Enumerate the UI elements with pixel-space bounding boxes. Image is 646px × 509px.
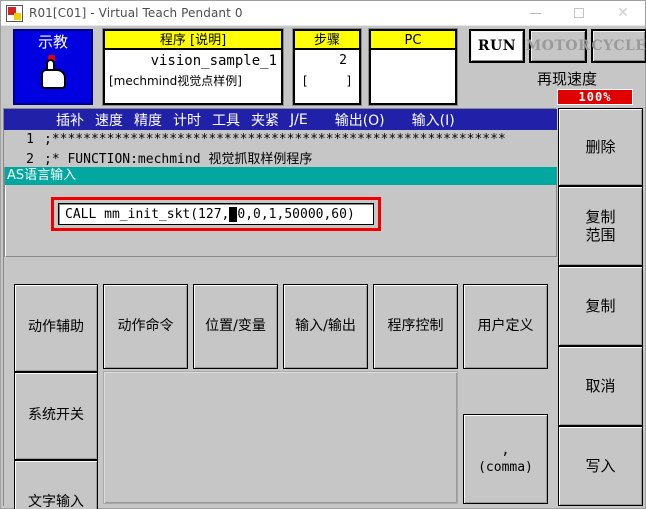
step-bracket-row: [ ] — [299, 72, 355, 90]
window-title: R01[C01] - Virtual Teach Pendant 0 — [29, 6, 243, 20]
menu-item-speed[interactable]: 速度 — [95, 110, 123, 130]
code-line: 1 ;*************************************… — [4, 130, 557, 150]
key-comma[interactable]: , (comma) — [463, 414, 548, 504]
playback-speed-label: 再现速度 — [537, 70, 598, 88]
status-lamp-cycle[interactable]: CYCLE — [591, 29, 646, 63]
key-motion-command[interactable]: 动作命令 — [103, 284, 188, 369]
input-highlight-frame: CALL mm_init_skt(127, 0,0,1,50000,60) — [51, 197, 381, 231]
close-icon: ✕ — [617, 5, 629, 21]
program-field-header: 程序 [说明] — [105, 31, 281, 50]
as-language-input-dialog: AS语言输入 CALL mm_init_skt(127, 0,0,1,50000,… — [4, 167, 557, 257]
sidebar-button-delete[interactable]: 删除 — [558, 108, 643, 186]
step-field-header: 步骤 — [295, 31, 359, 50]
key-program-control[interactable]: 程序控制 — [373, 284, 458, 369]
menu-item-input[interactable]: 输入(I) — [412, 110, 455, 130]
text-caret — [229, 206, 238, 222]
sidebar-button-write[interactable]: 写入 — [558, 426, 643, 506]
keypad-panel: 动作辅助 动作命令 位置/变量 输入/输出 程序控制 用户定义 系统开关 文字输… — [4, 284, 557, 509]
menu-bar: 插补 速度 精度 计时 工具 夹紧 J/E 输出(O) 输入(I) — [4, 109, 557, 130]
app-icon — [6, 4, 23, 22]
dialog-title: AS语言输入 — [5, 167, 557, 185]
step-field[interactable]: 步骤 2 [ ] — [292, 28, 362, 106]
as-input-text-after-caret: 0,0,1,50000,60) — [237, 206, 355, 222]
title-bar: R01[C01] - Virtual Teach Pendant 0 ✕ — [1, 1, 645, 26]
sidebar-button-copy[interactable]: 复制 — [558, 266, 643, 346]
code-line-text: ;***************************************… — [44, 132, 506, 147]
menu-item-timer[interactable]: 计时 — [173, 110, 201, 130]
sidebar-button-copy-range[interactable]: 复制 范围 — [558, 186, 643, 266]
key-motion-assist[interactable]: 动作辅助 — [14, 284, 98, 372]
key-system-switch[interactable]: 系统开关 — [14, 372, 98, 460]
program-comment: [mechmind视觉点样例] — [109, 74, 242, 88]
step-value: 2 — [339, 53, 347, 68]
program-code-area[interactable]: 1 ;*************************************… — [4, 130, 557, 170]
status-row: 示教 程序 [说明] vision_sample_1 [mechmind视觉点样… — [1, 26, 646, 108]
key-input-output[interactable]: 输入/输出 — [283, 284, 368, 369]
step-bracket-right: ] — [346, 74, 351, 88]
program-name: vision_sample_1 — [150, 53, 277, 69]
menu-item-clamp[interactable]: 夹紧 — [251, 110, 279, 130]
step-bracket-left: [ — [303, 74, 308, 88]
program-field[interactable]: 程序 [说明] vision_sample_1 [mechmind视觉点样例] — [102, 28, 284, 106]
pc-field[interactable]: PC — [368, 28, 458, 106]
maximize-icon — [574, 8, 584, 18]
virtual-teach-pendant-window: R01[C01] - Virtual Teach Pendant 0 ✕ 示教 … — [0, 0, 646, 509]
hand-pointer-icon — [38, 54, 68, 89]
minimize-icon — [529, 12, 541, 14]
key-comma-caption: (comma) — [478, 459, 533, 475]
menu-item-output[interactable]: 输出(O) — [335, 110, 385, 130]
mode-indicator-teach[interactable]: 示教 — [13, 29, 93, 105]
content-panel: 插补 速度 精度 计时 工具 夹紧 J/E 输出(O) 输入(I) 1 ;***… — [3, 108, 557, 509]
menu-item-je[interactable]: J/E — [290, 112, 308, 128]
window-controls: ✕ — [513, 1, 645, 26]
close-button[interactable]: ✕ — [601, 1, 645, 26]
key-position-variable[interactable]: 位置/变量 — [193, 284, 278, 369]
right-sidebar: 删除 复制 范围 复制 取消 写入 — [558, 108, 643, 506]
keypad-empty-area — [103, 371, 458, 504]
mode-label: 示教 — [37, 33, 68, 51]
pc-field-header: PC — [371, 31, 455, 50]
minimize-button[interactable] — [513, 1, 557, 26]
menu-item-tool[interactable]: 工具 — [212, 110, 240, 130]
key-text-input[interactable]: 文字输入 — [14, 460, 98, 509]
dialog-body: CALL mm_init_skt(127, 0,0,1,50000,60) — [5, 185, 557, 257]
status-lamps: RUN MOTOR CYCLE — [469, 29, 646, 63]
status-lamp-run[interactable]: RUN — [469, 29, 525, 63]
key-comma-symbol: , — [501, 442, 510, 459]
pendant-body: 示教 程序 [说明] vision_sample_1 [mechmind视觉点样… — [1, 26, 646, 509]
key-user-defined[interactable]: 用户定义 — [463, 284, 548, 369]
as-command-input[interactable]: CALL mm_init_skt(127, 0,0,1,50000,60) — [58, 203, 374, 225]
code-line-number: 1 — [26, 132, 34, 147]
menu-item-accuracy[interactable]: 精度 — [134, 110, 162, 130]
as-input-text-before-caret: CALL mm_init_skt(127, — [65, 206, 230, 222]
menu-item-interpolation[interactable]: 插补 — [56, 110, 84, 130]
status-lamp-motor[interactable]: MOTOR — [526, 29, 590, 63]
maximize-button[interactable] — [557, 1, 601, 26]
sidebar-button-cancel[interactable]: 取消 — [558, 346, 643, 426]
playback-speed-badge: 100% — [557, 89, 633, 105]
